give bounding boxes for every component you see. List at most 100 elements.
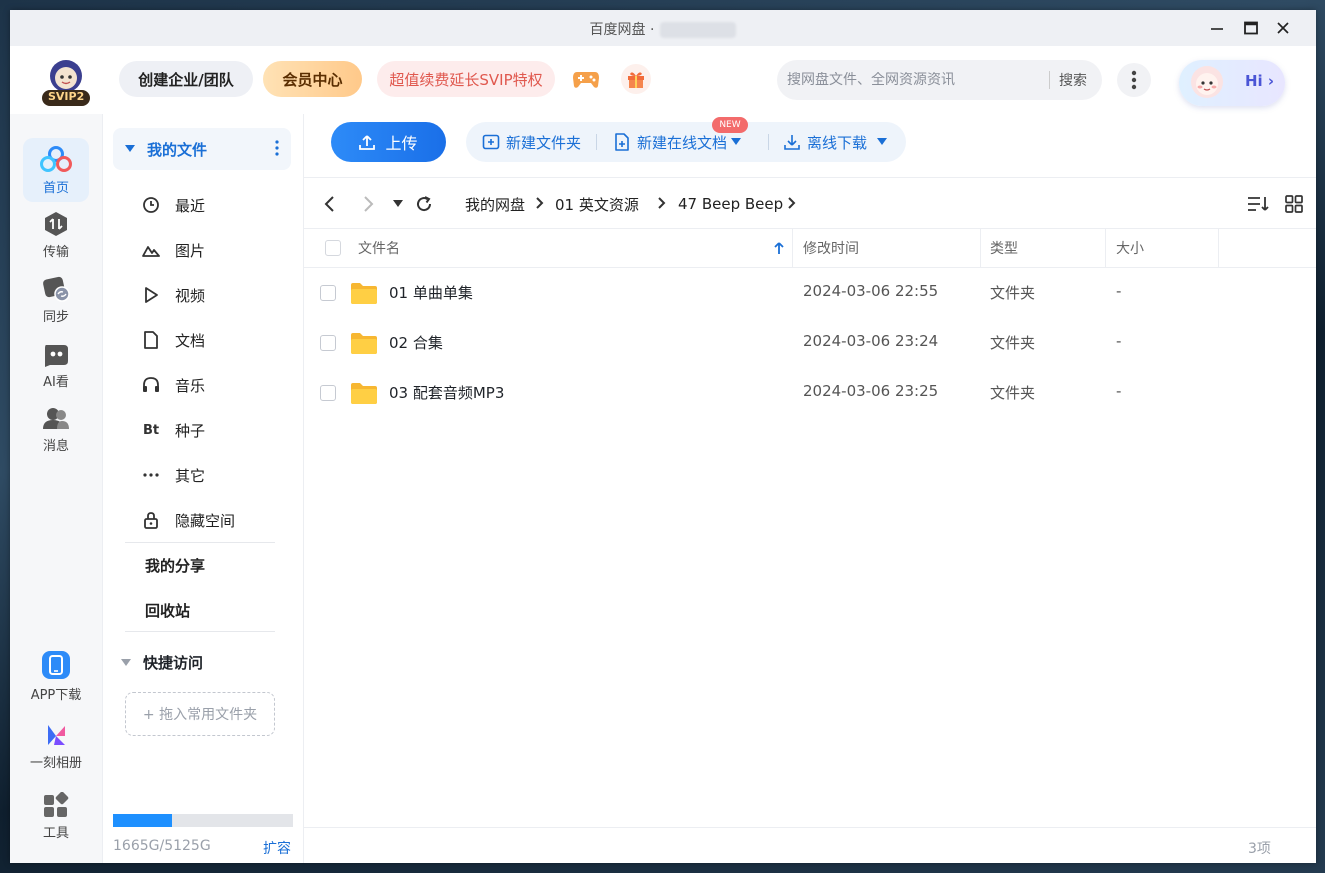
app-window: 百度网盘 · SVIP2 创建企业/团队 会员中心 超值续费延长SVIP特权 搜… — [10, 10, 1316, 863]
forward-button[interactable] — [362, 193, 376, 215]
column-divider — [1105, 229, 1106, 267]
bt-icon: Bt — [141, 420, 161, 440]
sidebar-item-documents[interactable]: 文档 — [141, 325, 205, 355]
search-input[interactable] — [787, 72, 1049, 88]
offline-download-button[interactable]: 离线下载 — [783, 122, 893, 162]
bt-icon-text: Bt — [142, 422, 160, 438]
breadcrumb-item[interactable]: 01 英文资源 — [555, 193, 639, 215]
ellipsis-icon — [141, 465, 161, 485]
folder-icon — [351, 333, 377, 354]
column-size[interactable]: 大小 — [1116, 229, 1144, 267]
game-icon[interactable] — [572, 68, 600, 90]
vip-center-button[interactable]: 会员中心 — [263, 61, 362, 97]
row-checkbox[interactable] — [320, 335, 336, 351]
file-type: 文件夹 — [990, 334, 1036, 352]
sidebar-item-label: 种子 — [175, 421, 206, 440]
user-avatar — [1187, 62, 1227, 104]
rail-label: 同步 — [42, 309, 69, 325]
sidebar-item-recycle-bin[interactable]: 回收站 — [145, 600, 190, 621]
minimize-icon — [1211, 28, 1223, 30]
breadcrumb-item[interactable]: 我的网盘 — [465, 193, 525, 215]
arrow-left-icon — [324, 196, 334, 212]
rail-item-messages[interactable]: 消息 — [23, 398, 89, 462]
ai-watch-icon — [45, 344, 68, 367]
quick-access-drop-zone[interactable]: + 拖入常用文件夹 — [125, 692, 275, 736]
rail-item-sync[interactable]: 同步 — [23, 268, 89, 332]
file-name[interactable]: 02 合集 — [389, 332, 443, 353]
new-folder-button[interactable]: 新建文件夹 — [482, 122, 581, 162]
action-divider — [596, 134, 597, 150]
file-name[interactable]: 01 单曲单集 — [389, 282, 473, 303]
svip-renew-promo[interactable]: 超值续费延长SVIP特权 — [377, 61, 555, 97]
phone-icon — [42, 650, 70, 679]
sidebar-item-videos[interactable]: 视频 — [141, 280, 205, 310]
file-name[interactable]: 03 配套音频MP3 — [389, 382, 504, 403]
quick-access-header[interactable]: 快捷访问 — [121, 652, 203, 673]
sort-order-icon[interactable] — [1247, 195, 1269, 213]
more-menu-button[interactable] — [1117, 63, 1151, 97]
column-mtime[interactable]: 修改时间 — [803, 229, 859, 267]
sidebar-item-music[interactable]: 音乐 — [141, 370, 205, 400]
rail-label: 传输 — [42, 244, 69, 260]
more-vertical-icon — [275, 140, 279, 156]
headphones-icon — [141, 375, 161, 395]
column-name[interactable]: 文件名 — [358, 229, 400, 267]
sidebar-item-my-share[interactable]: 我的分享 — [145, 555, 205, 576]
refresh-button[interactable] — [415, 193, 433, 215]
file-type: 文件夹 — [990, 284, 1036, 302]
breadcrumb-current[interactable]: 47 Beep Beep — [678, 193, 783, 215]
maximize-button[interactable] — [1236, 16, 1266, 40]
row-checkbox[interactable] — [320, 285, 336, 301]
rail-label: 一刻相册 — [29, 755, 82, 771]
user-greeting-button[interactable]: Hi › — [1179, 60, 1285, 106]
create-team-button[interactable]: 创建企业/团队 — [119, 61, 253, 97]
window-title-area: 百度网盘 · — [10, 19, 1316, 39]
upload-button[interactable]: 上传 — [331, 122, 446, 162]
image-mountain-icon — [141, 240, 161, 260]
table-row[interactable]: 02 合集 2024-03-06 23:24 文件夹 - — [304, 318, 1316, 368]
svip-badge: SVIP2 — [48, 90, 85, 103]
sidebar-item-others[interactable]: 其它 — [141, 460, 205, 490]
table-row[interactable]: 03 配套音频MP3 2024-03-06 23:25 文件夹 - — [304, 368, 1316, 418]
row-checkbox[interactable] — [320, 385, 336, 401]
search-box: 搜索 — [777, 60, 1102, 100]
back-button[interactable] — [322, 193, 336, 215]
column-type[interactable]: 类型 — [990, 229, 1018, 267]
rail-item-yike-album[interactable]: 一刻相册 — [23, 714, 89, 778]
home-cloud-icon — [40, 145, 72, 172]
select-all-checkbox[interactable] — [325, 229, 341, 267]
svip-avatar[interactable]: SVIP2 — [38, 54, 94, 110]
caret-down-icon — [877, 138, 888, 145]
file-actions-group: 新建文件夹 新建在线文档 离线下载 — [466, 122, 906, 162]
rail-item-app-download[interactable]: APP下载 — [23, 644, 89, 708]
rail-item-ai-watch[interactable]: AI看 — [23, 333, 89, 397]
sidebar-item-torrents[interactable]: Bt 种子 — [141, 415, 205, 445]
close-button[interactable] — [1268, 16, 1298, 40]
sidebar-my-files[interactable]: 我的文件 — [113, 128, 291, 170]
file-type: 文件夹 — [990, 384, 1036, 402]
minimize-button[interactable] — [1202, 16, 1232, 40]
rail-label: AI看 — [43, 374, 69, 390]
table-row[interactable]: 01 单曲单集 2024-03-06 22:55 文件夹 - — [304, 268, 1316, 318]
sort-ascending-icon[interactable] — [774, 241, 784, 255]
sidebar-item-label: 音乐 — [175, 376, 206, 395]
file-size: - — [1116, 332, 1122, 350]
search-button[interactable]: 搜索 — [1059, 70, 1087, 90]
file-sidebar: 我的文件 最近 图片 视频 文档 音乐 Bt 种子 其它 隐藏空间 我的分享 回… — [102, 114, 304, 863]
sidebar-item-hidden-space[interactable]: 隐藏空间 — [141, 505, 235, 535]
search-divider — [1049, 71, 1050, 89]
rail-item-tools[interactable]: 工具 — [23, 784, 89, 848]
chevron-right-icon — [658, 197, 666, 209]
document-icon — [141, 330, 161, 350]
sidebar-item-recent[interactable]: 最近 — [141, 190, 205, 220]
grid-view-icon[interactable] — [1285, 195, 1303, 213]
rail-item-transfer[interactable]: 传输 — [23, 203, 89, 267]
new-doc-icon — [615, 133, 629, 151]
expand-storage-link[interactable]: 扩容 — [263, 838, 291, 858]
gift-icon[interactable] — [621, 64, 651, 94]
caret-down-icon — [121, 658, 131, 666]
rail-item-home[interactable]: 首页 — [23, 138, 89, 202]
history-dropdown[interactable] — [393, 193, 403, 215]
sidebar-divider — [125, 542, 275, 543]
sidebar-item-images[interactable]: 图片 — [141, 235, 205, 265]
